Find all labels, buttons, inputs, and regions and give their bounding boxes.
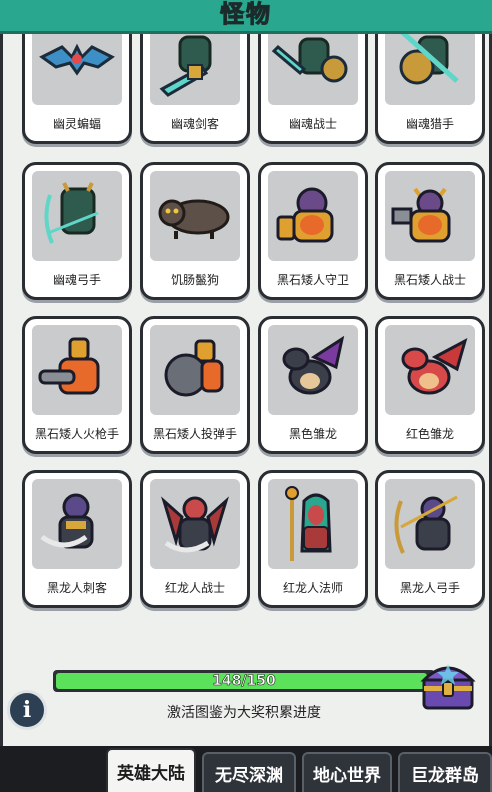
progress-text: 148/150 (212, 673, 276, 690)
monster-grid[interactable]: 幽灵蝙蝠 幽魂剑客 幽魂战士 幽魂猎手 幽魂弓手 饥肠鬣狗 黑石矮人守卫 黑石矮… (3, 34, 489, 638)
hungry-hyena-icon (150, 171, 240, 261)
blackrock-dwarf-gunner-icon (32, 325, 122, 415)
monster-card[interactable]: 幽灵蝙蝠 (22, 34, 132, 144)
page-title: 怪物 (220, 0, 272, 29)
tab-dragon-isles[interactable]: 巨龙群岛 (398, 752, 492, 792)
monster-name: 黑石矮人火枪手 (34, 427, 119, 441)
blackrock-dwarf-guard-icon (268, 171, 358, 261)
tab-hero-continent[interactable]: 英雄大陆 (106, 748, 196, 792)
monster-card[interactable]: 红龙人法师 (258, 470, 368, 608)
monster-card[interactable]: 红龙人战士 (140, 470, 250, 608)
monster-card[interactable]: 黑龙人刺客 (22, 470, 132, 608)
monster-name: 幽魂猎手 (405, 117, 454, 131)
ghost-archer-icon (32, 171, 122, 261)
monster-card[interactable]: 黑龙人弓手 (375, 470, 485, 608)
ghost-warrior-icon (268, 34, 358, 105)
black-dragonkin-archer-icon (385, 479, 475, 569)
monster-card[interactable]: 黑石矮人投弹手 (140, 316, 250, 454)
tab-endless-abyss[interactable]: 无尽深渊 (202, 752, 296, 792)
tab-earth-core-world[interactable]: 地心世界 (302, 752, 392, 792)
monster-card[interactable]: 黑石矮人战士 (375, 162, 485, 300)
ghost-bat-icon (32, 34, 122, 105)
bestiary-panel: 幽灵蝙蝠 幽魂剑客 幽魂战士 幽魂猎手 幽魂弓手 饥肠鬣狗 黑石矮人守卫 黑石矮… (0, 34, 492, 746)
monster-name: 红龙人战士 (164, 581, 225, 595)
monster-name: 红龙人法师 (282, 581, 343, 595)
treasure-chest-icon[interactable] (418, 656, 478, 712)
monster-name: 饥肠鬣狗 (170, 273, 219, 287)
monster-name: 黑石矮人守卫 (276, 273, 349, 287)
monster-card[interactable]: 饥肠鬣狗 (140, 162, 250, 300)
monster-name: 幽魂战士 (288, 117, 337, 131)
black-dragonkin-assassin-icon (32, 479, 122, 569)
monster-card[interactable]: 幽魂剑客 (140, 34, 250, 144)
monster-card[interactable]: 幽魂猎手 (375, 34, 485, 144)
monster-name: 黑龙人弓手 (399, 581, 460, 595)
blackrock-dwarf-warrior-icon (385, 171, 475, 261)
red-whelp-icon (385, 325, 475, 415)
monster-name: 黑色雏龙 (288, 427, 337, 441)
red-dragonkin-warrior-icon (150, 479, 240, 569)
red-dragonkin-mage-icon (268, 479, 358, 569)
monster-card[interactable]: 黑色雏龙 (258, 316, 368, 454)
info-button[interactable]: i (7, 690, 47, 730)
progress-description: 激活图鉴为大奖积累进度 (167, 705, 321, 721)
title-bar: 怪物 (0, 0, 492, 34)
region-tabs: 英雄大陆 无尽深渊 地心世界 巨龙群岛 (0, 746, 492, 792)
monster-card[interactable]: 幽魂弓手 (22, 162, 132, 300)
collection-progress-bar: 148/150 (53, 670, 435, 692)
blackrock-dwarf-bomber-icon (150, 325, 240, 415)
monster-name: 黑石矮人战士 (393, 273, 466, 287)
ghost-swordsman-icon (150, 34, 240, 105)
monster-card[interactable]: 黑石矮人守卫 (258, 162, 368, 300)
monster-name: 幽灵蝙蝠 (52, 117, 101, 131)
monster-name: 黑龙人刺客 (46, 581, 107, 595)
monster-name: 幽魂剑客 (170, 117, 219, 131)
monster-card[interactable]: 红色雏龙 (375, 316, 485, 454)
monster-card[interactable]: 黑石矮人火枪手 (22, 316, 132, 454)
monster-name: 黑石矮人投弹手 (152, 427, 237, 441)
ghost-hunter-icon (385, 34, 475, 105)
monster-name: 幽魂弓手 (52, 273, 101, 287)
monster-name: 红色雏龙 (405, 427, 454, 441)
monster-card[interactable]: 幽魂战士 (258, 34, 368, 144)
black-whelp-icon (268, 325, 358, 415)
